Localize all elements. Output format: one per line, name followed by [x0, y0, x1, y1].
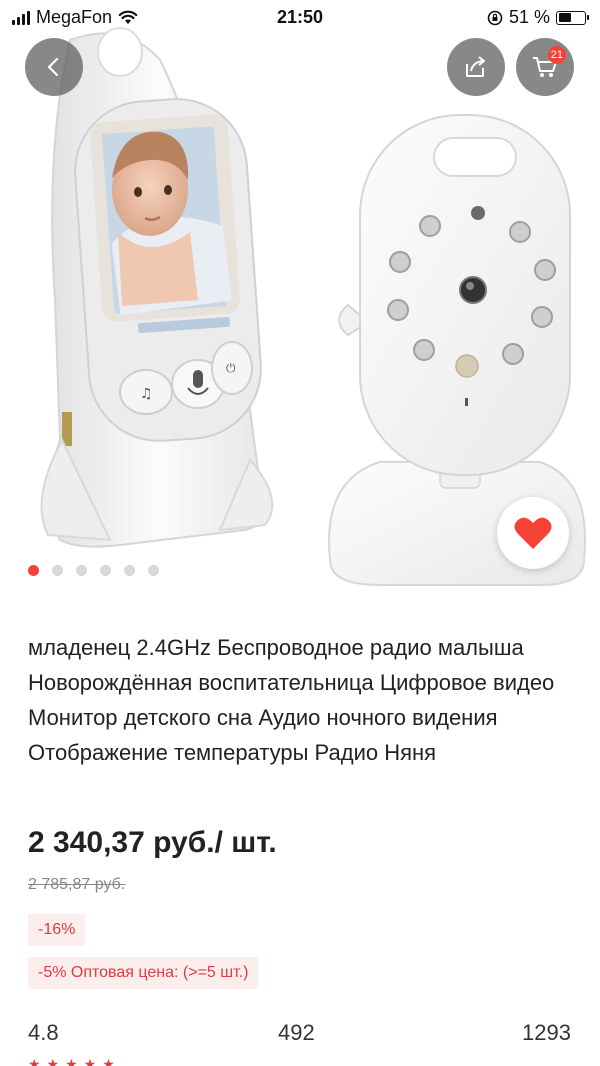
share-icon [466, 56, 485, 77]
product-price: 2 340,37 руб./ шт. [28, 826, 277, 859]
wholesale-price-badge: -5% Оптовая цена: (>=5 шт.) [28, 957, 259, 989]
carousel-dot[interactable] [52, 565, 63, 576]
battery-percent: 51 % [508, 7, 550, 27]
carousel-dot[interactable] [100, 565, 111, 576]
cart-button[interactable]: 21 [516, 38, 574, 96]
favorite-button[interactable] [497, 497, 569, 569]
svg-text:⏻: ⏻ [226, 361, 236, 375]
rating-stars: ★★★★★ [28, 1056, 121, 1066]
carrier-name: MegaFon [36, 7, 113, 27]
orders-count: 492 [278, 1020, 315, 1045]
svg-text:♫: ♫ [140, 386, 153, 402]
carousel-dot[interactable] [148, 565, 159, 576]
chevron-left-icon [47, 57, 59, 77]
carousel-dot[interactable] [124, 565, 135, 576]
rating-value: 4.8 [28, 1020, 59, 1045]
original-price: 2 785,87 руб. [28, 876, 126, 893]
back-button[interactable] [25, 38, 83, 96]
orientation-lock-icon [487, 10, 503, 25]
signal-icon [12, 10, 30, 25]
cart-count-badge: 21 [547, 46, 566, 64]
carousel-dot[interactable] [76, 565, 87, 576]
wifi-icon [118, 10, 138, 24]
heart-icon [514, 517, 552, 549]
carousel-dot[interactable] [28, 565, 39, 576]
product-image-carousel[interactable]: ♫ ⏻ 21 [0, 0, 600, 600]
status-left: MegaFon [12, 7, 138, 28]
product-title: младенец 2.4GHz Беспроводное радио малыш… [28, 635, 555, 765]
carousel-indicator [28, 565, 159, 576]
share-button[interactable] [447, 38, 505, 96]
discount-badge: -16% [28, 914, 86, 946]
battery-icon [556, 10, 589, 25]
status-bar: MegaFon 21:50 51 % [0, 0, 600, 36]
reviews-count: 1293 [522, 1020, 571, 1045]
status-right: 51 % [487, 7, 589, 28]
